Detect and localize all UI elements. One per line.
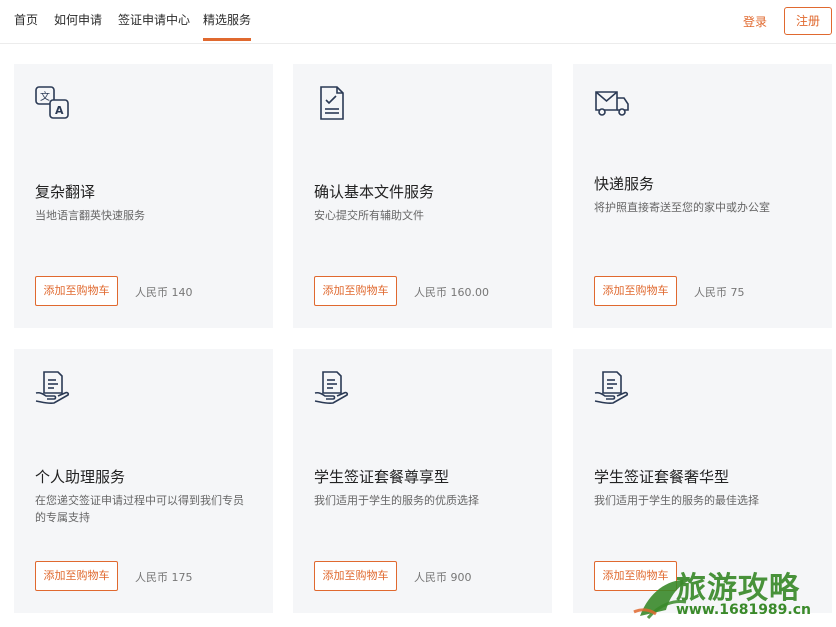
service-card-personal-assistant: 个人助理服务 在您递交签证申请过程中可以得到我们专员的专属支持 添加至购物车 人… [14,349,273,613]
nav-premium-services[interactable]: 精选服务 [203,11,252,43]
card-price: 人民币 160.00 [414,286,489,299]
card-desc: 将护照直接寄送至您的家中或办公室 [594,201,770,214]
watermark-text: 旅游攻略 [676,571,800,606]
nav-how-to-apply[interactable]: 如何申请 [54,11,102,43]
add-to-cart-button[interactable]: 添加至购物车 [594,276,677,306]
card-title: 确认基本文件服务 [314,183,435,201]
card-price: 人民币 175 [135,571,193,584]
document-hand-icon [314,371,349,405]
add-to-cart-button[interactable]: 添加至购物车 [35,561,118,591]
card-price: 人民币 140 [135,286,193,299]
nav-home[interactable]: 首页 [14,11,38,43]
document-hand-icon [35,371,70,405]
register-button[interactable]: 注册 [784,7,832,35]
nav-visa-center[interactable]: 签证申请中心 [118,11,190,43]
top-nav: 首页 如何申请 签证申请中心 精选服务 登录 注册 [0,0,836,44]
card-title: 学生签证套餐尊享型 [314,468,450,486]
card-desc: 我们适用于学生的服务的最佳选择 [594,494,759,507]
card-desc: 在您递交签证申请过程中可以得到我们专员的专属支持 [35,494,244,524]
login-link[interactable]: 登录 [743,13,767,30]
delivery-truck-icon [595,91,629,116]
card-title: 个人助理服务 [35,468,126,486]
card-price: 人民币 75 [694,286,745,299]
svg-text:文: 文 [40,90,50,103]
card-title: 复杂翻译 [35,183,96,201]
service-card-translation: 文 A 复杂翻译 当地语言翻英快速服务 添加至购物车 人民币 140 [14,64,273,328]
card-desc: 我们适用于学生的服务的优质选择 [314,494,479,507]
add-to-cart-button[interactable]: 添加至购物车 [35,276,118,306]
document-check-icon [320,86,344,120]
add-to-cart-button[interactable]: 添加至购物车 [314,276,397,306]
service-card-document-check: 确认基本文件服务 安心提交所有辅助文件 添加至购物车 人民币 160.00 [293,64,552,328]
card-desc: 当地语言翻英快速服务 [35,209,145,222]
card-price: 人民币 900 [414,571,472,584]
card-title: 学生签证套餐奢华型 [594,468,730,486]
card-title: 快递服务 [594,175,655,193]
service-card-student-premium: 学生签证套餐尊享型 我们适用于学生的服务的优质选择 添加至购物车 人民币 900 [293,349,552,613]
watermark-url: www.1681989.cn [676,602,811,618]
svg-text:A: A [55,104,64,117]
add-to-cart-button[interactable]: 添加至购物车 [314,561,397,591]
card-desc: 安心提交所有辅助文件 [314,209,424,222]
document-hand-icon [594,371,629,405]
translate-icon: 文 A [35,86,69,119]
service-card-courier: 快递服务 将护照直接寄送至您的家中或办公室 添加至购物车 人民币 75 [573,64,832,328]
